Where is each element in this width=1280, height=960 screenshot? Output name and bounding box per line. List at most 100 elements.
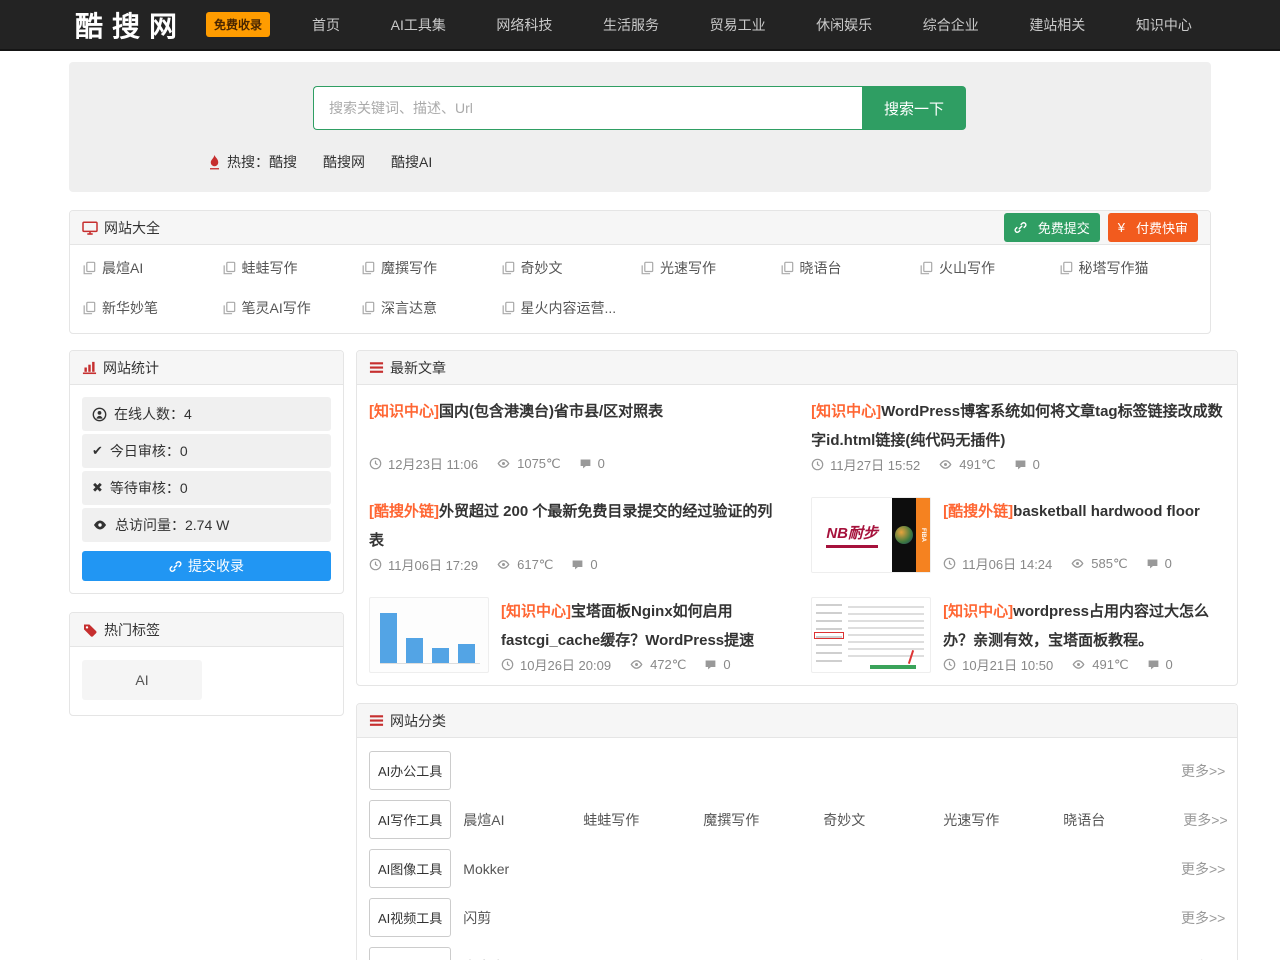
category-label-ai-audio[interactable]: AI音频工具: [369, 947, 451, 960]
article-title-link[interactable]: [酷搜外链]basketball hardwood floor: [943, 497, 1225, 526]
site-link[interactable]: 魔撰写作: [361, 258, 501, 278]
more-link[interactable]: 更多>>: [1181, 957, 1225, 960]
latest-articles-card: 最新文章 [知识中心]国内(包含港澳台)省市县/区对照表 12月23日 11:0…: [356, 350, 1238, 686]
site-link[interactable]: 笔灵AI写作: [222, 298, 362, 318]
latest-articles-header: 最新文章: [357, 351, 1237, 385]
article-title-link[interactable]: [酷搜外链]外贸超过 200 个最新免费目录提交的经过验证的列表: [369, 497, 783, 555]
paid-review-button[interactable]: ¥ 付费快审: [1108, 213, 1198, 242]
category-label-ai-video[interactable]: AI视频工具: [369, 898, 451, 937]
nav-item-ai-tools[interactable]: AI工具集: [391, 15, 446, 35]
site-link[interactable]: 新华妙笔: [82, 298, 222, 318]
category-site-link[interactable]: 音虫官网: [463, 957, 583, 960]
nav-item-enterprise[interactable]: 综合企业: [923, 15, 979, 35]
site-link[interactable]: 光速写作: [640, 258, 780, 278]
hot-search-link[interactable]: 酷搜: [269, 152, 297, 172]
top-navbar: 酷搜网 免费收录 首页 AI工具集 网络科技 生活服务 贸易工业 休闲娱乐 综合…: [0, 0, 1280, 51]
hot-search-row: 热搜： 酷搜 酷搜网 酷搜AI: [207, 152, 458, 172]
category-site-link[interactable]: 光速写作: [943, 810, 1063, 830]
category-site-link[interactable]: 蛙蛙写作: [583, 810, 703, 830]
comment-icon: [571, 558, 584, 571]
eye-icon: [496, 558, 511, 571]
clock-icon: [369, 457, 382, 470]
cross-icon: ✖: [92, 480, 103, 496]
category-site-link[interactable]: 魔撰写作: [703, 810, 823, 830]
site-link[interactable]: 晓语台: [780, 258, 920, 278]
site-link[interactable]: 火山写作: [919, 258, 1059, 278]
category-label-ai-writing[interactable]: AI写作工具: [369, 800, 451, 839]
nav-item-home[interactable]: 首页: [312, 15, 340, 35]
site-link[interactable]: 蛙蛙写作: [222, 258, 362, 278]
site-logo[interactable]: 酷搜网: [75, 5, 186, 45]
article-thumbnail-panel[interactable]: [811, 597, 931, 673]
nav-item-trade-industry[interactable]: 贸易工业: [710, 15, 766, 35]
nav-item-life-services[interactable]: 生活服务: [603, 15, 659, 35]
site-links-grid: 晨煊AI 蛙蛙写作 魔撰写作 奇妙文 光速写作 晓语台 火山写作 秘塔写作猫 新…: [70, 245, 1210, 333]
clock-icon: [501, 658, 514, 671]
search-button[interactable]: 搜索一下: [862, 86, 966, 130]
site-link[interactable]: 晨煊AI: [82, 258, 222, 278]
hot-search-link[interactable]: 酷搜AI: [391, 152, 432, 172]
hot-search-link[interactable]: 酷搜网: [323, 152, 365, 172]
site-link[interactable]: 奇妙文: [501, 258, 641, 278]
more-link[interactable]: 更多>>: [1181, 761, 1225, 781]
sidebar: 网站统计 在线人数：4 ✔ 今日审核：0 ✖ 等待审: [69, 350, 344, 716]
nav-item-network-tech[interactable]: 网络科技: [496, 15, 552, 35]
more-link[interactable]: 更多>>: [1181, 859, 1225, 879]
site-stats-card: 网站统计 在线人数：4 ✔ 今日审核：0 ✖ 等待审: [69, 350, 344, 594]
category-label-ai-image[interactable]: AI图像工具: [369, 849, 451, 888]
menu-icon: [369, 360, 384, 375]
site-link[interactable]: 秘塔写作猫: [1059, 258, 1199, 278]
copy-icon: [1059, 261, 1073, 275]
category-site-link[interactable]: 晓语台: [1063, 810, 1183, 830]
stat-pending-review: ✖ 等待审核：0: [82, 471, 331, 505]
article-thumbnail-bar-chart[interactable]: [369, 597, 489, 673]
article-item: NB耐步 FIBA [酷搜外链]basketball hardwood floo…: [811, 485, 1225, 585]
site-categories-header: 网站分类: [357, 704, 1237, 738]
comment-icon: [579, 457, 592, 470]
clock-icon: [943, 557, 956, 570]
copy-icon: [82, 261, 96, 275]
site-link[interactable]: 星火内容运营...: [501, 298, 641, 318]
category-site-link[interactable]: 奇妙文: [823, 810, 943, 830]
stat-online-users: 在线人数：4: [82, 397, 331, 431]
article-thumbnail-nb-fiba[interactable]: NB耐步 FIBA: [811, 497, 931, 573]
free-inclusion-badge[interactable]: 免费收录: [206, 12, 270, 37]
more-link[interactable]: 更多>>: [1181, 908, 1225, 928]
hot-tags-title: 热门标签: [104, 620, 160, 640]
nav-item-knowledge[interactable]: 知识中心: [1136, 15, 1192, 35]
category-row: AI视频工具 闪剪 更多>>: [369, 898, 1225, 937]
category-site-link[interactable]: 晨煊AI: [463, 810, 583, 830]
article-title-link[interactable]: [知识中心]宝塔面板Nginx如何启用fastcgi_cache缓存？WordP…: [501, 597, 783, 655]
article-title-link[interactable]: [知识中心]wordpress占用内容过大怎么办？亲测有效，宝塔面板教程。: [943, 597, 1225, 655]
site-stats-title: 网站统计: [103, 358, 159, 378]
comment-icon: [1014, 458, 1027, 471]
article-title-link[interactable]: [知识中心]WordPress博客系统如何将文章tag标签链接改成数字id.ht…: [811, 397, 1225, 455]
submit-site-button[interactable]: 提交收录: [82, 551, 331, 581]
nb-naibu-logo: NB耐步: [812, 498, 892, 572]
nav-item-leisure[interactable]: 休闲娱乐: [816, 15, 872, 35]
site-directory-card: 网站大全 免费提交 ¥ 付费快审 晨煊AI 蛙蛙写作 魔撰写作 奇妙文 光速写作: [69, 210, 1211, 334]
copy-icon: [501, 301, 515, 315]
article-item: [知识中心]国内(包含港澳台)省市县/区对照表 12月23日 11:06 107…: [369, 385, 783, 485]
search-input[interactable]: [313, 86, 862, 130]
copy-icon: [222, 261, 236, 275]
hot-tags-card: 热门标签 AI: [69, 612, 344, 716]
search-section: 搜索一下 热搜： 酷搜 酷搜网 酷搜AI: [69, 62, 1211, 192]
clock-icon: [811, 458, 824, 471]
stat-total-visits: 总访问量：2.74 W: [82, 508, 331, 542]
tag-item[interactable]: AI: [82, 660, 202, 700]
check-icon: ✔: [92, 443, 103, 459]
article-item: [知识中心]wordpress占用内容过大怎么办？亲测有效，宝塔面板教程。 10…: [811, 585, 1225, 685]
article-title-link[interactable]: [知识中心]国内(包含港澳台)省市县/区对照表: [369, 397, 783, 426]
category-label-ai-office[interactable]: AI办公工具: [369, 751, 451, 790]
article-item: [酷搜外链]外贸超过 200 个最新免费目录提交的经过验证的列表 11月06日 …: [369, 485, 783, 585]
copy-icon: [222, 301, 236, 315]
yuan-icon: ¥: [1118, 220, 1125, 235]
category-site-link[interactable]: 闪剪: [463, 908, 583, 928]
category-site-link[interactable]: Mokker: [463, 861, 583, 877]
free-submit-button[interactable]: 免费提交: [1004, 213, 1100, 242]
nav-item-site-building[interactable]: 建站相关: [1029, 15, 1085, 35]
main-nav: 首页 AI工具集 网络科技 生活服务 贸易工业 休闲娱乐 综合企业 建站相关 知…: [312, 15, 1192, 35]
site-link[interactable]: 深言达意: [361, 298, 501, 318]
more-link[interactable]: 更多>>: [1183, 810, 1227, 830]
